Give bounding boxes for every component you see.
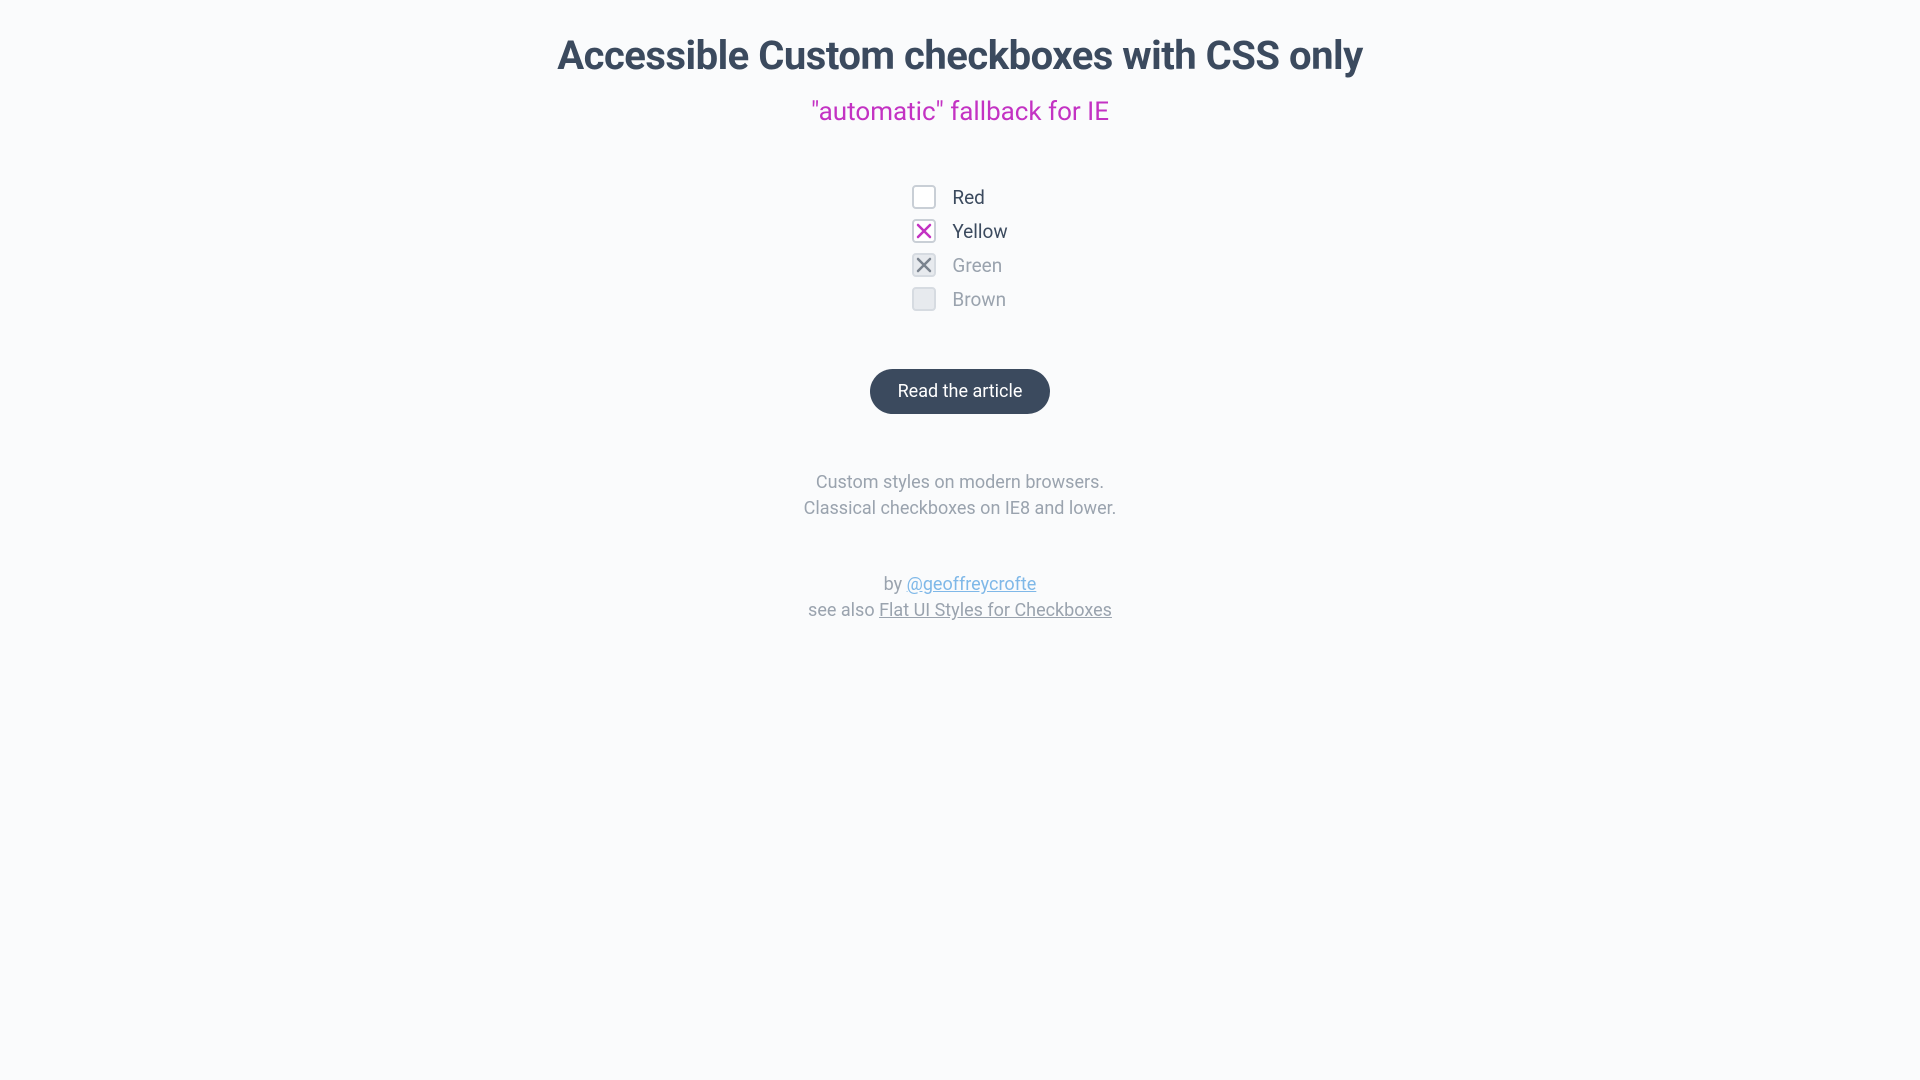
checkbox-row-brown: Brown	[912, 287, 1007, 311]
author-link[interactable]: @geoffreycrofte	[907, 574, 1037, 595]
checkbox-brown	[912, 287, 936, 311]
browser-note: Custom styles on modern browsers. Classi…	[0, 470, 1920, 522]
read-article-button[interactable]: Read the article	[870, 369, 1051, 414]
checkbox-label-yellow[interactable]: Yellow	[952, 220, 1007, 243]
checkbox-group: Red Yellow Green Brown	[912, 175, 1007, 321]
page-title: Accessible Custom checkboxes with CSS on…	[0, 32, 1920, 79]
credits: by @geoffreycrofte see also Flat UI Styl…	[0, 572, 1920, 624]
checkbox-label-green: Green	[952, 254, 1002, 277]
note-line-1: Custom styles on modern browsers.	[816, 472, 1104, 493]
checkbox-row-yellow: Yellow	[912, 219, 1007, 243]
x-icon	[916, 257, 932, 273]
checkbox-row-red: Red	[912, 185, 1007, 209]
related-link[interactable]: Flat UI Styles for Checkboxes	[879, 600, 1112, 621]
see-also-text: see also	[808, 600, 879, 621]
page-subtitle: "automatic" fallback for IE	[0, 97, 1920, 127]
checkbox-red[interactable]	[912, 185, 936, 209]
x-icon	[916, 223, 932, 239]
checkbox-row-green: Green	[912, 253, 1007, 277]
note-line-2: Classical checkboxes on IE8 and lower.	[804, 498, 1117, 519]
checkbox-green	[912, 253, 936, 277]
checkbox-label-brown: Brown	[952, 288, 1006, 311]
checkbox-label-red[interactable]: Red	[952, 186, 985, 209]
checkbox-yellow[interactable]	[912, 219, 936, 243]
by-text: by	[884, 574, 907, 595]
